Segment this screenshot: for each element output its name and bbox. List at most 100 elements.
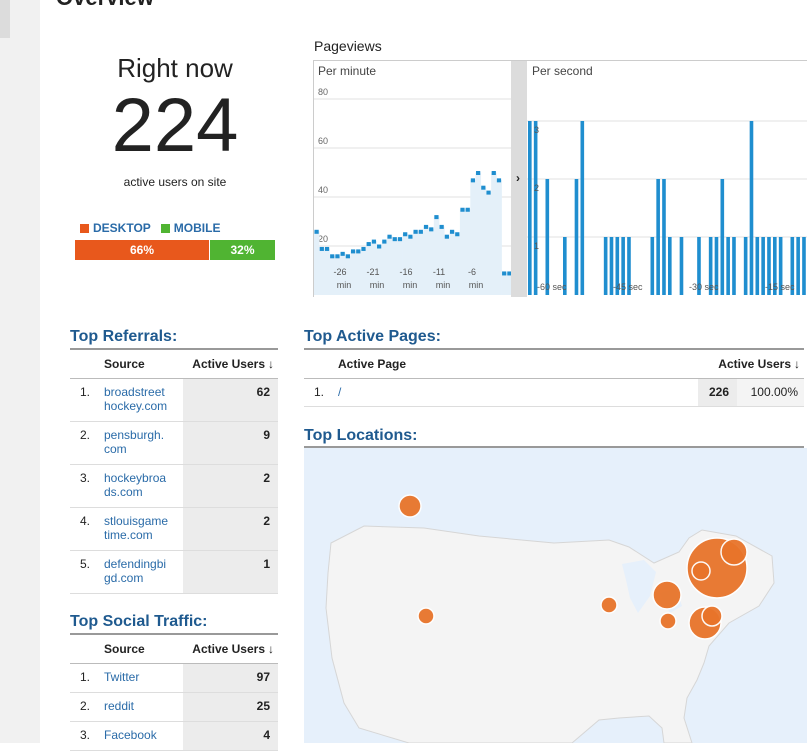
x-tick-unit: min <box>370 280 385 290</box>
data-point <box>455 232 460 237</box>
data-point <box>387 234 392 239</box>
left-gutter <box>0 0 40 743</box>
y-tick-label: 80 <box>318 87 328 97</box>
bar <box>580 121 585 295</box>
data-point <box>356 249 361 254</box>
x-tick-label: -6 <box>468 267 476 277</box>
location-marker <box>600 596 618 614</box>
data-point <box>397 237 403 242</box>
area-bar <box>392 238 398 295</box>
row-rank: 2. <box>70 692 100 722</box>
x-tick-label: -30 sec <box>689 282 719 292</box>
active-users-column-header[interactable]: Active Users ↓ <box>183 350 278 379</box>
x-tick-unit: min <box>469 280 484 290</box>
desktop-share-segment: 66% <box>75 240 210 260</box>
device-split-bar: 66% 32% <box>75 240 275 260</box>
data-point <box>330 254 335 259</box>
locations-map[interactable] <box>304 448 807 743</box>
table-row: 1. / 226 100.00% <box>304 378 804 407</box>
area-bar <box>480 187 487 295</box>
area-bar <box>314 231 320 295</box>
row-rank: 3. <box>70 721 100 751</box>
referral-source-link[interactable]: stlouisgame time.com <box>100 507 183 551</box>
referral-source-link[interactable]: broadstreet hockey.com <box>100 378 183 422</box>
source-active-users: 2 <box>183 507 278 551</box>
top-referrals-title: Top Referrals: <box>70 328 178 345</box>
area-bar <box>485 192 492 295</box>
bar <box>732 237 736 295</box>
x-tick-label: -11 <box>433 267 445 277</box>
social-source-link[interactable]: Facebook <box>100 721 183 751</box>
top-referrals-table: Source Active Users ↓ 1. broadstreet hockey… <box>70 350 278 594</box>
active-users-header-label: Active Users <box>718 357 791 371</box>
bar <box>656 179 660 295</box>
data-point <box>361 246 366 251</box>
bar <box>650 237 655 295</box>
source-active-users: 62 <box>183 378 278 422</box>
legend-mobile: MOBILE <box>160 221 220 235</box>
referral-source-link[interactable]: hockeybroa ds.com <box>100 464 183 508</box>
data-point <box>324 246 330 251</box>
bar <box>528 121 532 295</box>
y-tick-label: 2 <box>534 183 539 193</box>
row-rank: 2. <box>70 421 100 465</box>
page-active-users: 226 <box>698 378 737 407</box>
desktop-swatch <box>80 224 89 233</box>
bar <box>720 179 725 295</box>
page-title: Overview <box>56 0 154 10</box>
location-marker <box>652 580 682 610</box>
sort-down-icon: ↓ <box>268 357 274 371</box>
bar <box>668 237 672 295</box>
row-rank: 1. <box>70 663 100 693</box>
source-column-header: Source <box>100 635 183 664</box>
bar <box>533 121 538 295</box>
source-line-1: defendingbi <box>104 557 167 571</box>
table-header-row: Active Page Active Users ↓ <box>304 350 804 379</box>
bar <box>755 237 760 295</box>
location-marker <box>659 612 677 630</box>
data-point <box>418 229 423 234</box>
sort-down-icon: ↓ <box>794 357 800 371</box>
y-tick-label: 60 <box>318 136 328 146</box>
active-users-column-header[interactable]: Active Users ↓ <box>698 350 804 379</box>
pageviews-title: Pageviews <box>314 38 382 54</box>
x-tick-label: -60 sec <box>537 282 567 292</box>
active-users-caption: active users on site <box>123 175 227 189</box>
table-header-row: Source Active Users ↓ <box>70 350 278 379</box>
data-point <box>382 239 387 244</box>
social-source-link[interactable]: Twitter <box>100 663 183 693</box>
referral-source-link[interactable]: pensburgh. com <box>100 421 183 465</box>
area-bar <box>319 248 325 295</box>
data-point <box>319 246 324 251</box>
data-point <box>444 234 449 239</box>
page-active-users-percent: 100.00% <box>737 378 804 407</box>
page-path-link[interactable]: / <box>334 378 698 407</box>
active-users-header-label: Active Users <box>192 357 265 371</box>
rank-header <box>70 350 100 379</box>
row-rank: 5. <box>70 550 100 594</box>
rank-header <box>304 350 334 379</box>
referral-source-link[interactable]: defendingbi gd.com <box>100 550 183 594</box>
data-point <box>314 229 319 234</box>
top-social-title: Top Social Traffic: <box>70 613 208 630</box>
data-point <box>449 229 455 234</box>
per-minute-plot: 80604020-26min-21min-16min-11min-6min <box>314 87 512 295</box>
area-bar <box>454 233 461 295</box>
active-users-header-label: Active Users <box>192 642 265 656</box>
area-bar <box>386 236 393 295</box>
area-bar <box>428 228 435 295</box>
social-source-link[interactable]: reddit <box>100 692 183 722</box>
data-point <box>460 207 465 212</box>
source-line-2: gd.com <box>104 571 144 585</box>
area-bar <box>324 248 330 295</box>
chart-expand-handle[interactable]: › <box>511 61 527 297</box>
legend-desktop: DESKTOP <box>80 221 151 235</box>
source-line-2: hockey.com <box>104 399 168 413</box>
data-point <box>340 251 345 256</box>
data-point <box>403 232 408 237</box>
right-now-label: Right now <box>117 53 233 83</box>
data-point <box>350 249 356 254</box>
area-bar <box>459 209 466 295</box>
active-users-column-header[interactable]: Active Users ↓ <box>183 635 278 664</box>
data-point <box>335 254 340 259</box>
